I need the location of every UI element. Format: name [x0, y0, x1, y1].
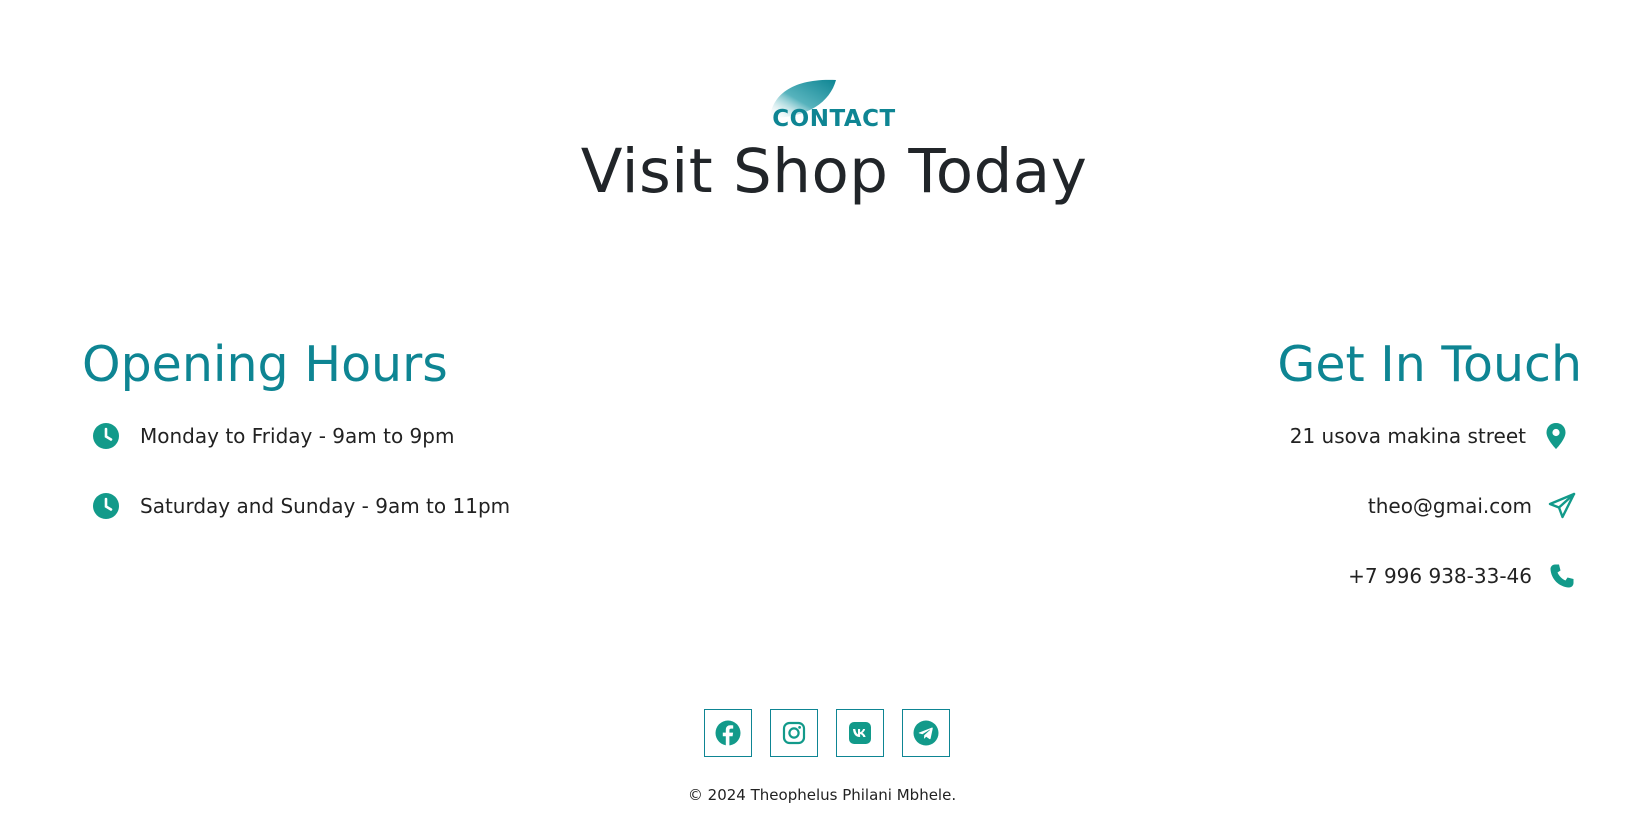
clock-icon: [92, 422, 120, 450]
hours-item-text: Monday to Friday - 9am to 9pm: [140, 424, 455, 448]
social-links: [704, 709, 950, 757]
instagram-button[interactable]: [770, 709, 818, 757]
facebook-button[interactable]: [704, 709, 752, 757]
section-eyebrow: CONTACT: [772, 106, 896, 132]
phone-icon: [1548, 562, 1576, 590]
phone-text: +7 996 938-33-46: [1348, 564, 1532, 588]
contact-address: 21 usova makina street: [1290, 422, 1570, 450]
opening-hours-title: Opening Hours: [82, 336, 448, 393]
vk-icon: [849, 722, 871, 744]
telegram-button[interactable]: [902, 709, 950, 757]
location-pin-icon: [1542, 422, 1570, 450]
email-text: theo@gmai.com: [1367, 494, 1532, 518]
contact-section: CONTACT Visit Shop Today Opening Hours M…: [0, 0, 1644, 828]
contact-phone-link[interactable]: +7 996 938-33-46: [1348, 562, 1576, 590]
contact-email-link[interactable]: theo@gmai.com: [1368, 492, 1576, 520]
address-text: 21 usova makina street: [1289, 424, 1526, 448]
hours-item-weekend: Saturday and Sunday - 9am to 11pm: [92, 492, 510, 520]
instagram-icon: [782, 721, 806, 745]
get-in-touch-title: Get In Touch: [1277, 336, 1582, 393]
hours-item-weekdays: Monday to Friday - 9am to 9pm: [92, 422, 454, 450]
telegram-icon: [913, 720, 939, 746]
page-title: Visit Shop Today: [580, 136, 1088, 207]
vk-button[interactable]: [836, 709, 884, 757]
copyright-text: © 2024 Theophelus Philani Mbhele.: [687, 786, 957, 804]
facebook-icon: [715, 720, 741, 746]
hours-item-text: Saturday and Sunday - 9am to 11pm: [140, 494, 511, 518]
section-eyebrow-block: CONTACT: [0, 78, 1644, 134]
paper-plane-icon: [1548, 492, 1576, 520]
clock-icon: [92, 492, 120, 520]
